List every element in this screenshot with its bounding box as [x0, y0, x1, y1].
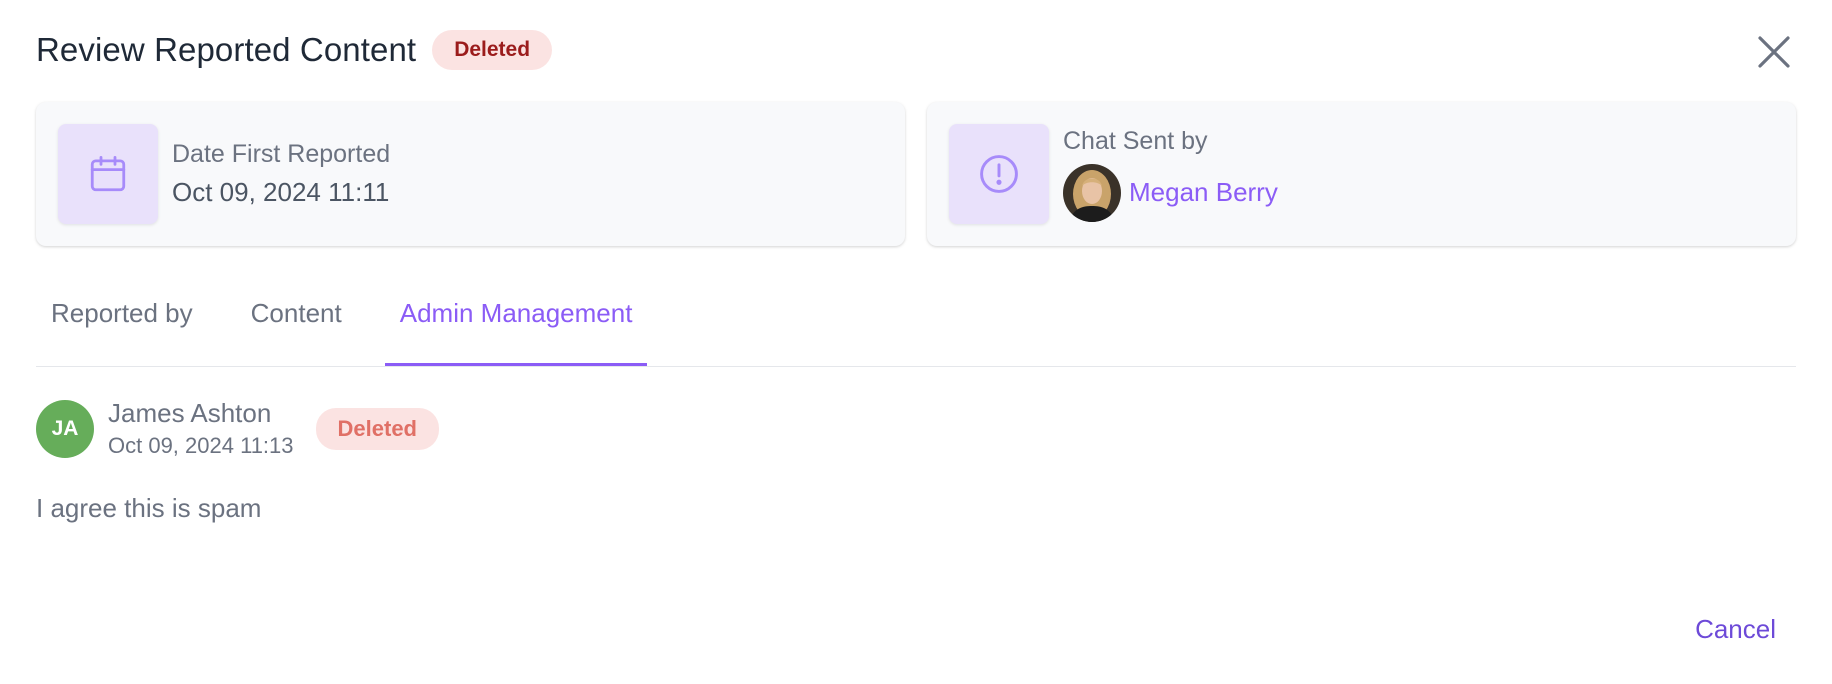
sender-row: Megan Berry — [1063, 163, 1278, 222]
comment-timestamp: Oct 09, 2024 11:13 — [108, 433, 294, 458]
comment-body: I agree this is spam — [36, 493, 262, 523]
status-badge: Deleted — [432, 30, 553, 70]
sender-name-link[interactable]: Megan Berry — [1129, 177, 1278, 208]
tab-content[interactable]: Content — [236, 288, 357, 356]
date-reported-text: Date First Reported Oct 09, 2024 11:11 — [172, 140, 390, 208]
alert-icon-box — [949, 124, 1049, 224]
dialog-header: Review Reported Content Deleted — [36, 30, 553, 70]
tab-bar: Reported by Content Admin Management — [36, 288, 1796, 367]
comment-author: James Ashton — [108, 398, 272, 428]
user-avatar[interactable] — [1063, 163, 1121, 222]
date-reported-value: Oct 09, 2024 11:11 — [172, 177, 390, 207]
calendar-icon-box — [58, 124, 158, 224]
chat-sender-label: Chat Sent by — [1063, 126, 1208, 155]
chat-sender-text: Chat Sent by Megan Berry — [1063, 127, 1278, 222]
dialog-title: Review Reported Content — [36, 31, 417, 68]
avatar-photo-icon — [1063, 163, 1121, 222]
info-cards: Date First Reported Oct 09, 2024 11:11 C… — [36, 102, 1796, 246]
admin-comment-header: JA James Ashton Oct 09, 2024 11:13 Delet… — [36, 398, 439, 459]
close-icon — [1758, 36, 1790, 68]
tab-admin-management[interactable]: Admin Management — [384, 288, 648, 366]
date-reported-label: Date First Reported — [172, 140, 391, 168]
cancel-button[interactable]: Cancel — [1695, 614, 1776, 645]
alert-circle-icon — [980, 155, 1018, 193]
comment-meta: James Ashton Oct 09, 2024 11:13 — [108, 398, 294, 459]
close-button[interactable] — [1752, 30, 1796, 74]
comment-status-badge: Deleted — [315, 407, 439, 450]
tab-reported-by[interactable]: Reported by — [36, 288, 208, 356]
chat-sender-card: Chat Sent by Megan Berry — [927, 102, 1796, 246]
review-reported-content-dialog: Review Reported Content Deleted Date Fir… — [0, 0, 1832, 684]
calendar-icon — [90, 155, 126, 192]
date-reported-card: Date First Reported Oct 09, 2024 11:11 — [36, 102, 905, 246]
avatar: JA — [36, 399, 94, 458]
